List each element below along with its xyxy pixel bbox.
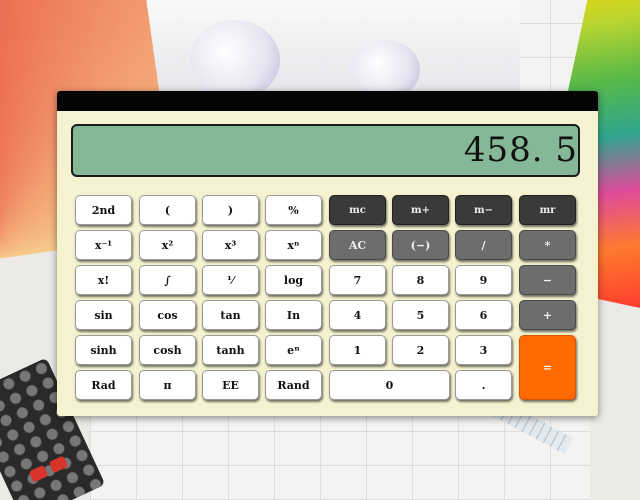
paper-roll-tube — [100, 0, 520, 95]
paper-roll-end — [190, 20, 280, 100]
digit-3-button[interactable]: 3 — [455, 335, 512, 365]
cube-button[interactable]: x³ — [202, 230, 259, 260]
close-paren-button[interactable]: ) — [202, 195, 259, 225]
sin-button[interactable]: sin — [75, 300, 132, 330]
second-function-button[interactable]: 2nd — [75, 195, 132, 225]
multiply-button[interactable]: * — [519, 230, 576, 260]
tanh-button[interactable]: tanh — [202, 335, 259, 365]
red-key-decor — [28, 464, 49, 483]
memory-subtract-button[interactable]: m− — [455, 195, 512, 225]
digit-4-button[interactable]: 4 — [329, 300, 386, 330]
subtract-button[interactable]: − — [519, 265, 576, 295]
exponential-button[interactable]: eⁿ — [265, 335, 322, 365]
reciprocal-button[interactable]: x⁻¹ — [75, 230, 132, 260]
digit-5-button[interactable]: 5 — [392, 300, 449, 330]
red-key-decor — [48, 455, 69, 474]
factorial-button[interactable]: x! — [75, 265, 132, 295]
tan-button[interactable]: tan — [202, 300, 259, 330]
radians-button[interactable]: Rad — [75, 370, 132, 400]
digit-2-button[interactable]: 2 — [392, 335, 449, 365]
negate-button[interactable]: (−) — [392, 230, 449, 260]
digit-0-button[interactable]: 0 — [329, 370, 450, 400]
add-button[interactable]: + — [519, 300, 576, 330]
sinh-button[interactable]: sinh — [75, 335, 132, 365]
percent-button[interactable]: % — [265, 195, 322, 225]
open-paren-button[interactable]: ( — [139, 195, 196, 225]
pi-button[interactable]: π — [139, 370, 196, 400]
display-value: 458. 5 — [463, 130, 578, 170]
decimal-point-button[interactable]: . — [455, 370, 512, 400]
divide-button[interactable]: / — [455, 230, 512, 260]
cos-button[interactable]: cos — [139, 300, 196, 330]
random-button[interactable]: Rand — [265, 370, 322, 400]
square-button[interactable]: x² — [139, 230, 196, 260]
all-clear-button[interactable]: AC — [329, 230, 386, 260]
digit-8-button[interactable]: 8 — [392, 265, 449, 295]
calculator-display: 458. 5 — [71, 124, 580, 177]
digit-7-button[interactable]: 7 — [329, 265, 386, 295]
integral-button[interactable]: ∫ — [139, 265, 196, 295]
digit-1-button[interactable]: 1 — [329, 335, 386, 365]
digit-9-button[interactable]: 9 — [455, 265, 512, 295]
cosh-button[interactable]: cosh — [139, 335, 196, 365]
log-button[interactable]: log — [265, 265, 322, 295]
memory-clear-button[interactable]: mc — [329, 195, 386, 225]
fraction-button[interactable]: ⅟ — [202, 265, 259, 295]
exponent-entry-button[interactable]: EE — [202, 370, 259, 400]
title-bar — [57, 91, 598, 111]
natural-log-button[interactable]: In — [265, 300, 322, 330]
memory-recall-button[interactable]: mr — [519, 195, 576, 225]
memory-add-button[interactable]: m+ — [392, 195, 449, 225]
equals-button[interactable]: = — [519, 335, 576, 400]
digit-6-button[interactable]: 6 — [455, 300, 512, 330]
power-button[interactable]: xⁿ — [265, 230, 322, 260]
calculator-window: 458. 5 2nd ( ) % mc m+ m− mr x⁻¹ x² x³ x… — [57, 91, 598, 416]
